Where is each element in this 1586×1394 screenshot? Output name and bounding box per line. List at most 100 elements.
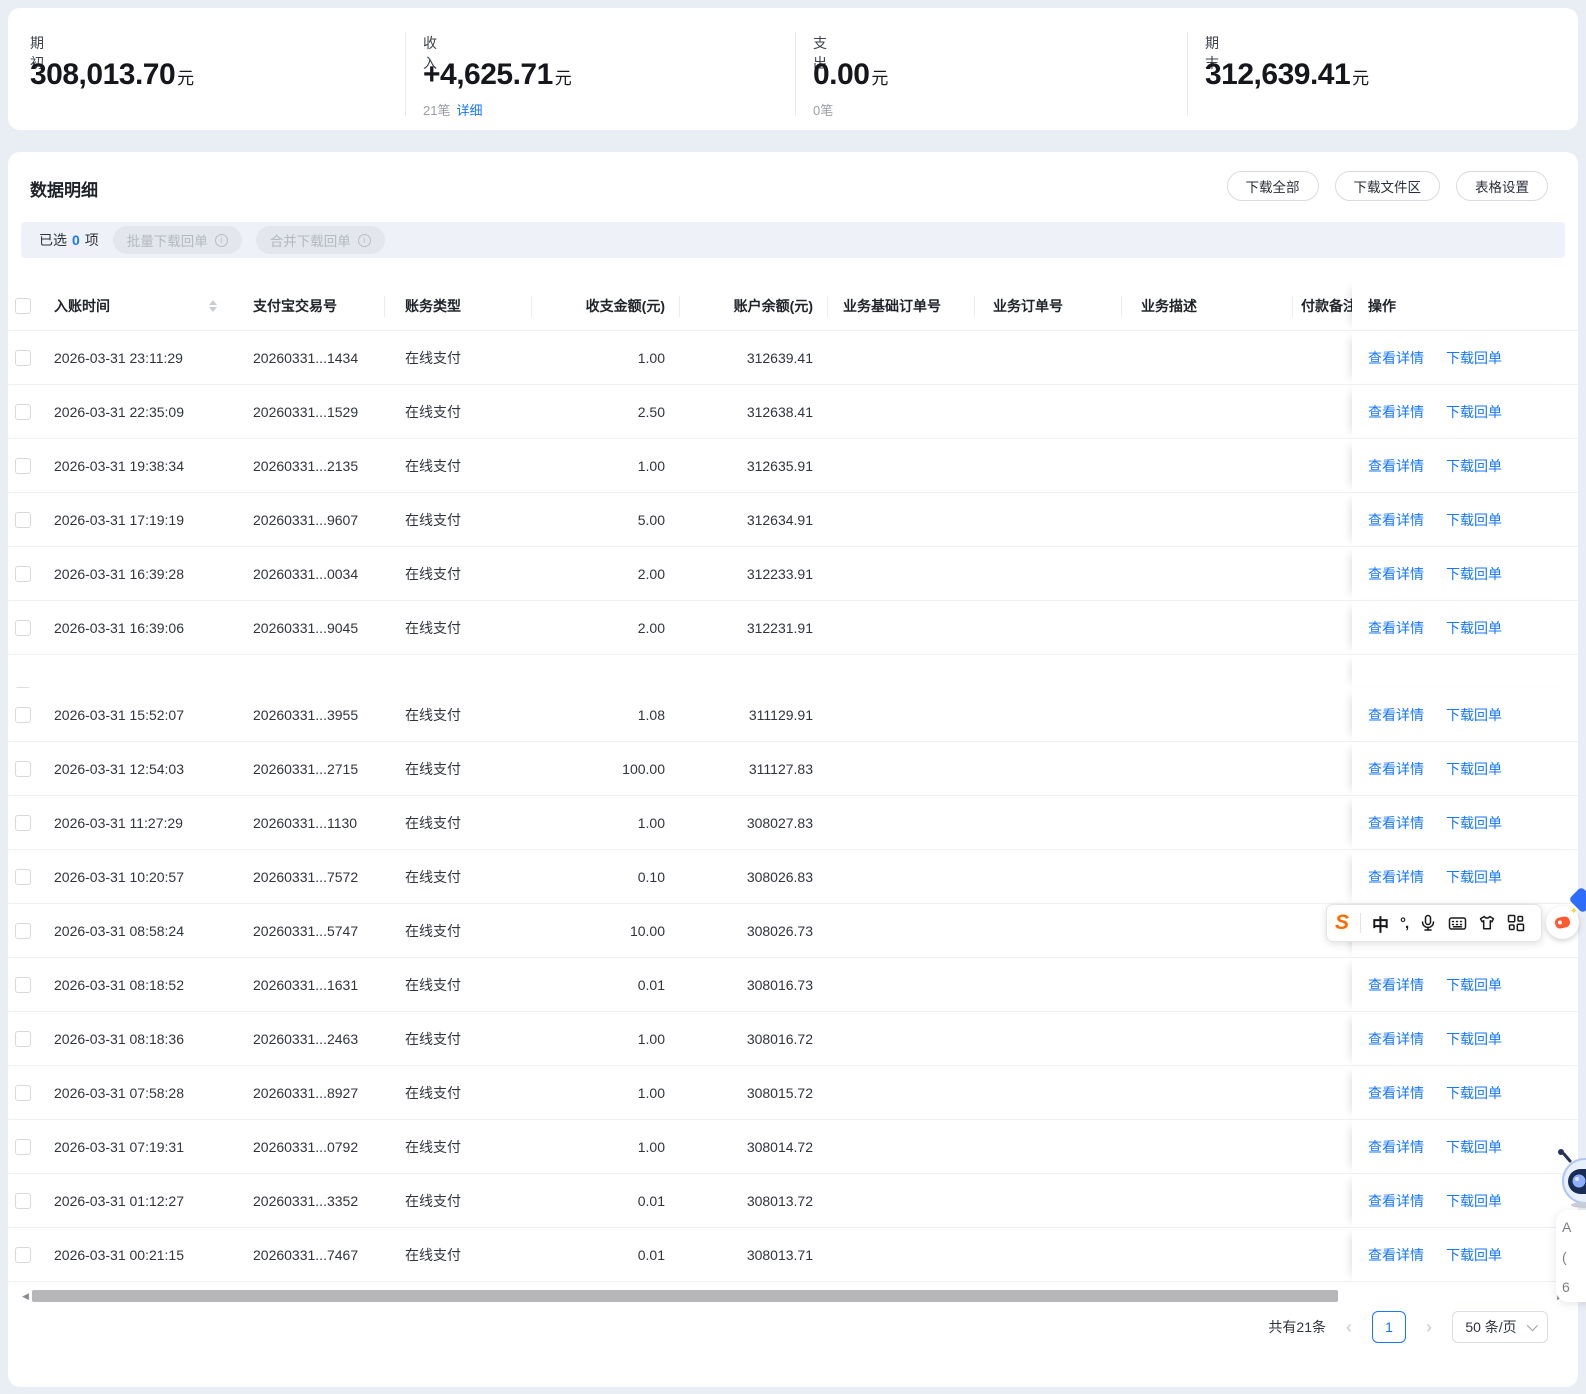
sogou-logo-icon[interactable]: S <box>1335 911 1349 935</box>
balance-cell: 311127.83 <box>748 760 813 777</box>
row-checkbox[interactable] <box>15 457 31 474</box>
table-settings-button[interactable]: 表格设置 <box>1456 171 1548 201</box>
row-checkbox[interactable] <box>15 706 31 723</box>
view-detail-link[interactable]: 查看详情 <box>1368 705 1424 725</box>
page-size-select[interactable]: 50 条/页 <box>1452 1311 1548 1343</box>
row-checkbox[interactable] <box>15 511 31 528</box>
download-receipt-link[interactable]: 下载回单 <box>1446 705 1502 725</box>
view-detail-link[interactable]: 查看详情 <box>1368 867 1424 887</box>
account-type-cell: 在线支付 <box>405 1030 461 1047</box>
horizontal-scrollbar: ◀ ▶ <box>22 1289 1564 1303</box>
actions-cell: 查看详情 下载回单 <box>1352 601 1578 655</box>
actions-cell: 查看详情 下载回单 <box>1352 385 1578 439</box>
description-cell <box>1122 688 1293 741</box>
selection-bar: 已选0项 批量下载回单 合并下载回单 <box>21 222 1565 258</box>
download-receipt-link[interactable]: 下载回单 <box>1446 759 1502 779</box>
view-detail-link[interactable]: 查看详情 <box>1368 564 1424 584</box>
order-no-cell: 业务订单号 <box>975 282 1122 330</box>
base-order-cell <box>828 742 975 795</box>
sort-icon[interactable] <box>209 300 217 312</box>
view-detail-link[interactable]: 查看详情 <box>1368 975 1424 995</box>
account-type-cell: 在线支付 <box>405 922 461 939</box>
view-detail-link[interactable]: 查看详情 <box>1368 618 1424 638</box>
alipay-txn-id-cell: 支付宝交易号 <box>230 282 385 330</box>
row-checkbox[interactable] <box>15 1246 31 1263</box>
order-no-cell <box>975 742 1122 795</box>
row-checkbox[interactable] <box>15 814 31 831</box>
order-no-cell <box>975 493 1122 546</box>
row-checkbox[interactable] <box>15 403 31 420</box>
next-page-icon[interactable]: › <box>1424 1318 1434 1336</box>
account-type-cell: 账务类型 <box>385 282 532 330</box>
order-no-cell <box>975 547 1122 600</box>
view-detail-link[interactable]: 查看详情 <box>1368 1191 1424 1211</box>
amount-cell: 1.00 <box>637 1030 665 1047</box>
alipay-txn-id-cell: 20260331...2715 <box>253 760 359 777</box>
download-filezone-button[interactable]: 下载文件区 <box>1334 171 1440 201</box>
batch-download-button[interactable]: 批量下载回单 <box>112 226 242 254</box>
merge-download-button[interactable]: 合并下载回单 <box>255 226 385 254</box>
row-checkbox[interactable] <box>15 349 31 366</box>
download-receipt-link[interactable]: 下载回单 <box>1446 510 1502 530</box>
toolbox-grid-icon[interactable] <box>1507 914 1525 932</box>
actions-cell: 查看详情 下载回单 <box>1352 850 1578 904</box>
row-checkbox[interactable] <box>15 1138 31 1155</box>
scrollbar-thumb[interactable] <box>32 1290 1338 1302</box>
view-detail-link[interactable]: 查看详情 <box>1368 1083 1424 1103</box>
download-receipt-link[interactable]: 下载回单 <box>1446 456 1502 476</box>
download-receipt-link[interactable]: 下载回单 <box>1446 348 1502 368</box>
alipay-txn-id-cell: 20260331...0034 <box>253 565 359 582</box>
view-detail-link[interactable]: 查看详情 <box>1368 456 1424 476</box>
panel-toolbar: 下载全部 下载文件区 表格设置 <box>1226 171 1548 201</box>
row-checkbox[interactable] <box>15 868 31 885</box>
amount-cell: 1.00 <box>637 1138 665 1155</box>
punctuation-icon[interactable]: °, <box>1400 915 1409 932</box>
view-detail-link[interactable]: 查看详情 <box>1368 348 1424 368</box>
row-checkbox[interactable] <box>15 922 31 939</box>
view-detail-link[interactable]: 查看详情 <box>1368 759 1424 779</box>
download-receipt-link[interactable]: 下载回单 <box>1446 564 1502 584</box>
view-detail-link[interactable]: 查看详情 <box>1368 1137 1424 1157</box>
row-checkbox[interactable] <box>15 619 31 636</box>
view-detail-link[interactable]: 查看详情 <box>1368 1029 1424 1049</box>
row-checkbox[interactable] <box>15 1030 31 1047</box>
download-receipt-link[interactable]: 下载回单 <box>1446 867 1502 887</box>
keyboard-icon[interactable] <box>1448 914 1467 932</box>
row-checkbox[interactable] <box>15 565 31 582</box>
base-order-cell <box>828 958 975 1011</box>
download-receipt-link[interactable]: 下载回单 <box>1446 618 1502 638</box>
download-receipt-link[interactable]: 下载回单 <box>1446 1245 1502 1265</box>
view-detail-link[interactable]: 查看详情 <box>1368 1245 1424 1265</box>
download-receipt-link[interactable]: 下载回单 <box>1446 402 1502 422</box>
download-receipt-link[interactable]: 下载回单 <box>1446 975 1502 995</box>
select-all-checkbox[interactable] <box>15 298 31 314</box>
description-cell <box>1122 850 1293 903</box>
row-checkbox[interactable] <box>15 976 31 993</box>
scroll-left-arrow-icon[interactable]: ◀ <box>22 1291 29 1301</box>
row-checkbox[interactable] <box>15 1192 31 1209</box>
amount-cell: 1.00 <box>637 814 665 831</box>
ime-ai-assistant-icon[interactable]: ✦ <box>1546 906 1579 939</box>
view-detail-link[interactable]: 查看详情 <box>1368 510 1424 530</box>
assistant-side-panel[interactable]: A ( 6 <box>1556 1210 1586 1302</box>
robot-assistant-icon[interactable] <box>1552 1148 1586 1213</box>
microphone-icon[interactable] <box>1419 914 1437 932</box>
view-detail-link[interactable]: 查看详情 <box>1368 813 1424 833</box>
prev-page-icon[interactable]: ‹ <box>1344 1318 1354 1336</box>
summary-divider <box>405 32 406 116</box>
download-receipt-link[interactable]: 下载回单 <box>1446 1137 1502 1157</box>
row-checkbox[interactable] <box>15 1084 31 1101</box>
row-checkbox[interactable] <box>15 760 31 777</box>
page-number-button[interactable]: 1 <box>1372 1311 1406 1343</box>
view-detail-link[interactable]: 查看详情 <box>1368 402 1424 422</box>
chinese-mode-icon[interactable]: 中 <box>1372 911 1389 936</box>
income-detail-link[interactable]: 详细 <box>456 103 482 118</box>
download-receipt-link[interactable]: 下载回单 <box>1446 1191 1502 1211</box>
download-receipt-link[interactable]: 下载回单 <box>1446 1029 1502 1049</box>
skin-tshirt-icon[interactable] <box>1478 914 1496 932</box>
download-all-button[interactable]: 下载全部 <box>1226 171 1319 201</box>
download-receipt-link[interactable]: 下载回单 <box>1446 813 1502 833</box>
download-receipt-link[interactable]: 下载回单 <box>1446 1083 1502 1103</box>
actions-cell: 查看详情 下载回单 <box>1352 958 1578 1012</box>
summary-divider <box>1187 32 1188 116</box>
